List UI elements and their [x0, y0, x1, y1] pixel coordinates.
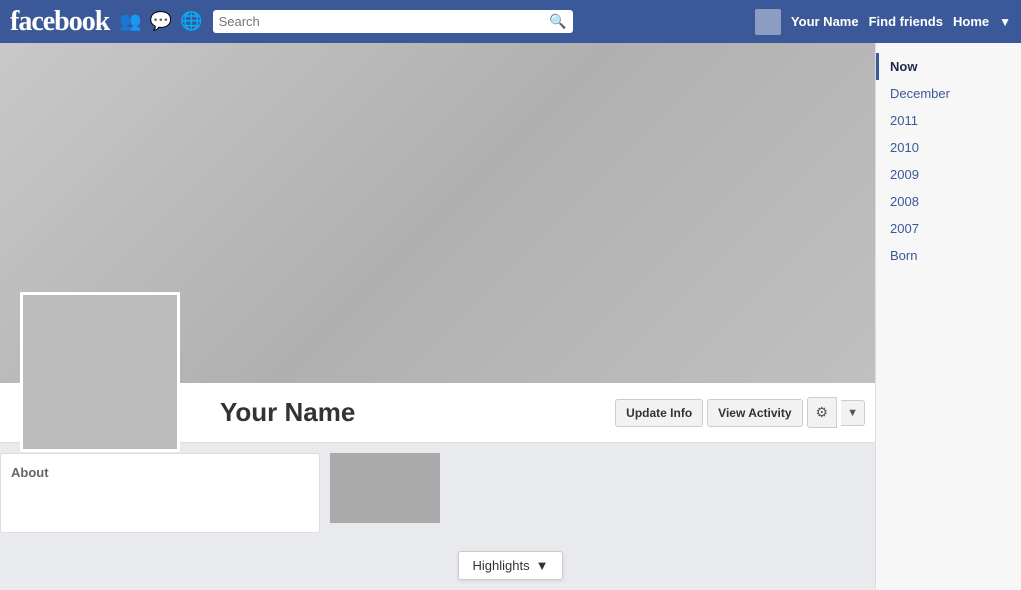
notifications-icon[interactable]: 🌐	[180, 11, 202, 32]
timeline-item-2009[interactable]: 2009	[876, 161, 1021, 188]
view-activity-button[interactable]: View Activity	[707, 399, 802, 427]
profile-area: Your Name Update Info View Activity ⚙ ▼ …	[0, 43, 875, 590]
nav-username[interactable]: Your Name	[791, 14, 859, 29]
profile-actions: Update Info View Activity ⚙ ▼	[615, 397, 865, 428]
search-bar: 🔍	[213, 10, 573, 33]
timeline-item-2011[interactable]: 2011	[876, 107, 1021, 134]
content-area: About	[0, 453, 875, 533]
profile-info-bar: Your Name Update Info View Activity ⚙ ▼	[0, 383, 875, 443]
timeline-item-2008[interactable]: 2008	[876, 188, 1021, 215]
about-box: About	[0, 453, 320, 533]
main-container: Your Name Update Info View Activity ⚙ ▼ …	[0, 43, 1021, 590]
nav-dropdown-icon[interactable]: ▼	[999, 15, 1011, 29]
gear-dropdown-button[interactable]: ▼	[841, 400, 865, 426]
navbar: facebook 👥 💬 🌐 🔍 Your Name Find friends …	[0, 0, 1021, 43]
highlights-label: Highlights	[473, 558, 530, 573]
update-info-button[interactable]: Update Info	[615, 399, 703, 427]
profile-name: Your Name	[220, 397, 615, 428]
nav-avatar	[755, 9, 781, 35]
friends-icon[interactable]: 👥	[119, 11, 141, 32]
timeline-sidebar: Now December 2011 2010 2009 2008 2007 Bo…	[875, 43, 1021, 590]
highlights-dropdown-icon: ▼	[536, 558, 549, 573]
about-label: About	[11, 465, 49, 480]
messages-icon[interactable]: 💬	[150, 11, 172, 32]
facebook-logo: facebook	[10, 6, 109, 38]
gear-button[interactable]: ⚙	[807, 397, 838, 428]
nav-right: Your Name Find friends Home ▼	[755, 9, 1011, 35]
timeline-item-now[interactable]: Now	[876, 53, 1021, 80]
timeline-item-born[interactable]: Born	[876, 242, 1021, 269]
search-input[interactable]	[219, 14, 550, 29]
photo-placeholder	[330, 453, 440, 523]
right-column	[330, 453, 875, 533]
home-link[interactable]: Home	[953, 14, 989, 29]
find-friends-link[interactable]: Find friends	[869, 14, 943, 29]
nav-icons: 👥 💬 🌐	[119, 11, 202, 32]
timeline-item-2007[interactable]: 2007	[876, 215, 1021, 242]
search-button[interactable]: 🔍	[549, 13, 566, 30]
highlights-button[interactable]: Highlights ▼	[458, 551, 564, 580]
timeline-item-2010[interactable]: 2010	[876, 134, 1021, 161]
highlights-bar: Highlights ▼	[0, 541, 1021, 590]
timeline-item-december[interactable]: December	[876, 80, 1021, 107]
left-column: About	[0, 453, 320, 533]
profile-picture[interactable]	[20, 292, 180, 452]
